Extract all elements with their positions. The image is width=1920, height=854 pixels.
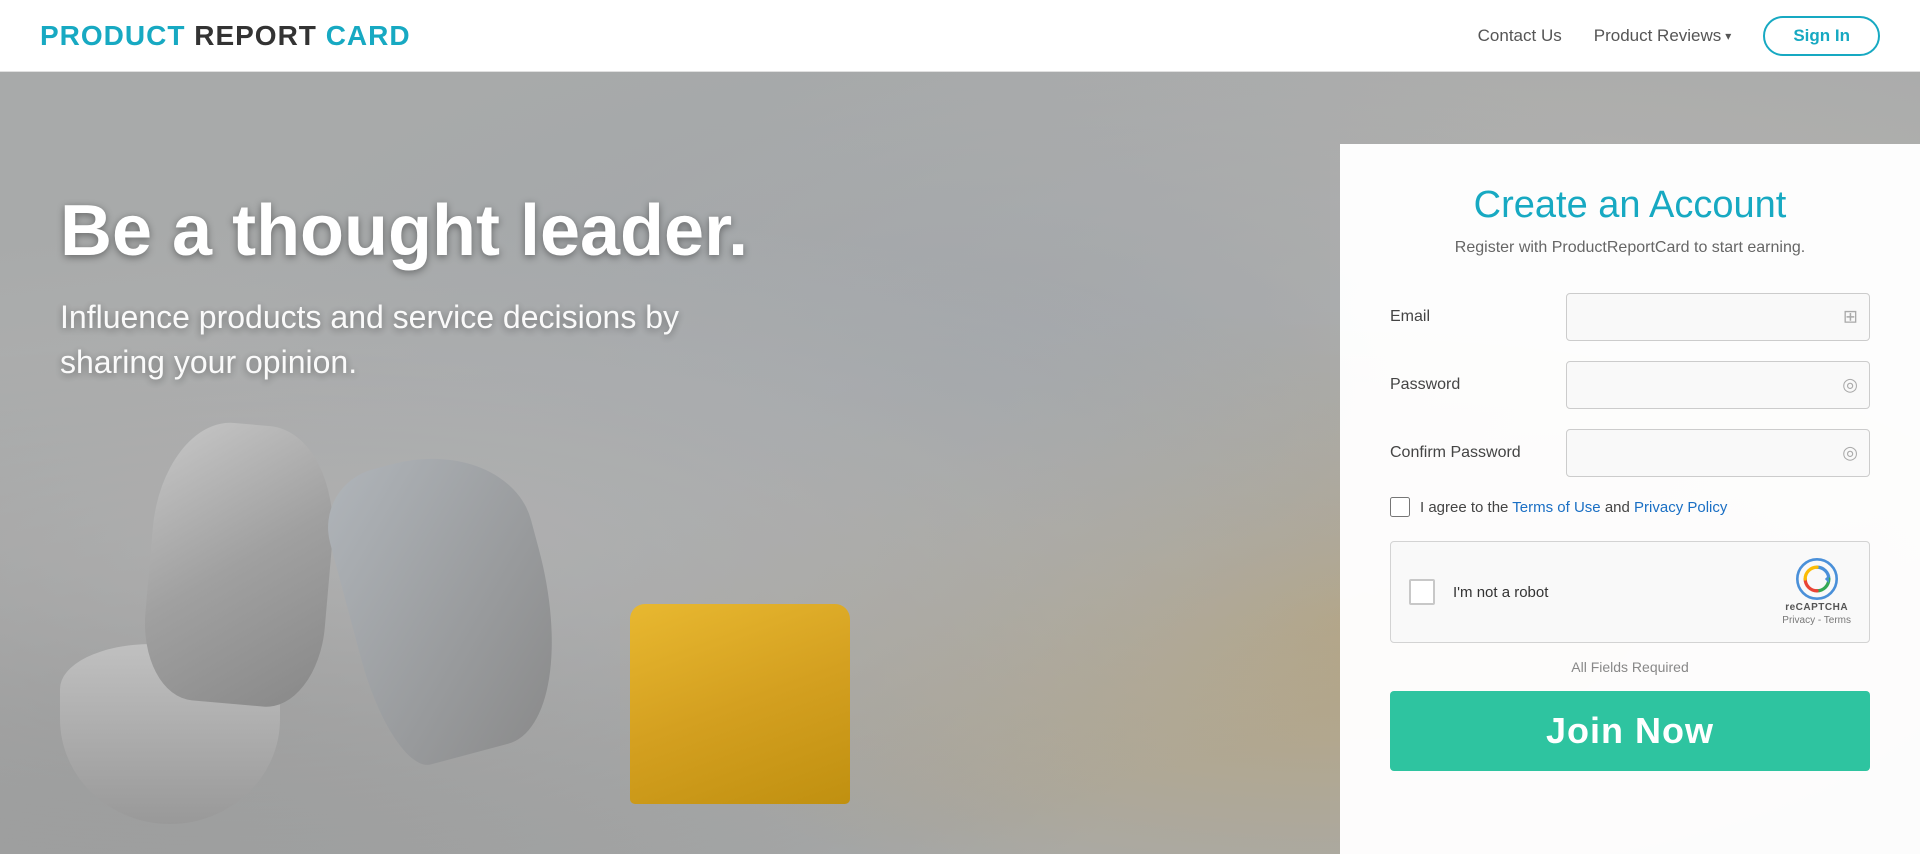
and-text: and (1601, 499, 1634, 516)
logo-product: PRODUCT (40, 20, 185, 51)
email-input[interactable] (1566, 293, 1870, 341)
confirm-password-label: Confirm Password (1390, 444, 1550, 462)
password-group: Password ◎ (1390, 361, 1870, 409)
email-label: Email (1390, 308, 1550, 326)
privacy-policy-link[interactable]: Privacy Policy (1634, 499, 1727, 516)
form-title: Create an Account (1390, 184, 1870, 227)
email-icon: ⊞ (1843, 307, 1858, 328)
nav-right: Contact Us Product Reviews ▾ Sign In (1478, 16, 1880, 56)
hero-headline: Be a thought leader. (60, 192, 760, 271)
terms-of-use-link[interactable]: Terms of Use (1512, 499, 1600, 516)
toaster-shape (630, 604, 850, 804)
password-input-wrap: ◎ (1566, 361, 1870, 409)
email-group: Email ⊞ (1390, 293, 1870, 341)
logo-card: CARD (317, 20, 411, 51)
form-subtitle: Register with ProductReportCard to start… (1390, 239, 1870, 257)
hero-text: Be a thought leader. Influence products … (60, 192, 760, 385)
confirm-password-eye-icon: ◎ (1842, 443, 1858, 464)
logo-report: REPORT (185, 20, 316, 51)
password-eye-icon: ◎ (1842, 375, 1858, 396)
terms-label-text: I agree to the Terms of Use and Privacy … (1420, 499, 1727, 516)
site-logo[interactable]: PRODUCT REPORT CARD (40, 20, 411, 52)
hero-subtext: Influence products and service decisions… (60, 295, 760, 385)
password-label: Password (1390, 376, 1550, 394)
product-reviews-link[interactable]: Product Reviews ▾ (1594, 26, 1732, 46)
email-input-wrap: ⊞ (1566, 293, 1870, 341)
recaptcha-icon (1796, 558, 1838, 600)
captcha-checkbox[interactable] (1409, 579, 1435, 605)
navbar: PRODUCT REPORT CARD Contact Us Product R… (0, 0, 1920, 72)
all-fields-label: All Fields Required (1390, 659, 1870, 675)
confirm-password-input-wrap: ◎ (1566, 429, 1870, 477)
confirm-password-group: Confirm Password ◎ (1390, 429, 1870, 477)
agree-prefix: I agree to the (1420, 499, 1512, 516)
terms-checkbox[interactable] (1390, 497, 1410, 517)
registration-panel: Create an Account Register with ProductR… (1340, 144, 1920, 854)
captcha-text: I'm not a robot (1453, 584, 1764, 601)
recaptcha-links: Privacy - Terms (1782, 615, 1851, 626)
recaptcha-box[interactable]: I'm not a robot reCAPTCHA Privacy - Term… (1390, 541, 1870, 643)
hero-section: Be a thought leader. Influence products … (0, 72, 1920, 854)
product-reviews-label: Product Reviews (1594, 26, 1722, 46)
recaptcha-logo: reCAPTCHA Privacy - Terms (1782, 558, 1851, 626)
password-input[interactable] (1566, 361, 1870, 409)
recaptcha-brand-label: reCAPTCHA (1785, 602, 1848, 613)
contact-us-link[interactable]: Contact Us (1478, 26, 1562, 46)
terms-row: I agree to the Terms of Use and Privacy … (1390, 497, 1870, 517)
sign-in-button[interactable]: Sign In (1763, 16, 1880, 56)
join-now-button[interactable]: Join Now (1390, 691, 1870, 771)
mixer-shape (138, 417, 342, 712)
iron-shape (315, 433, 586, 775)
chevron-down-icon: ▾ (1725, 29, 1731, 43)
confirm-password-input[interactable] (1566, 429, 1870, 477)
